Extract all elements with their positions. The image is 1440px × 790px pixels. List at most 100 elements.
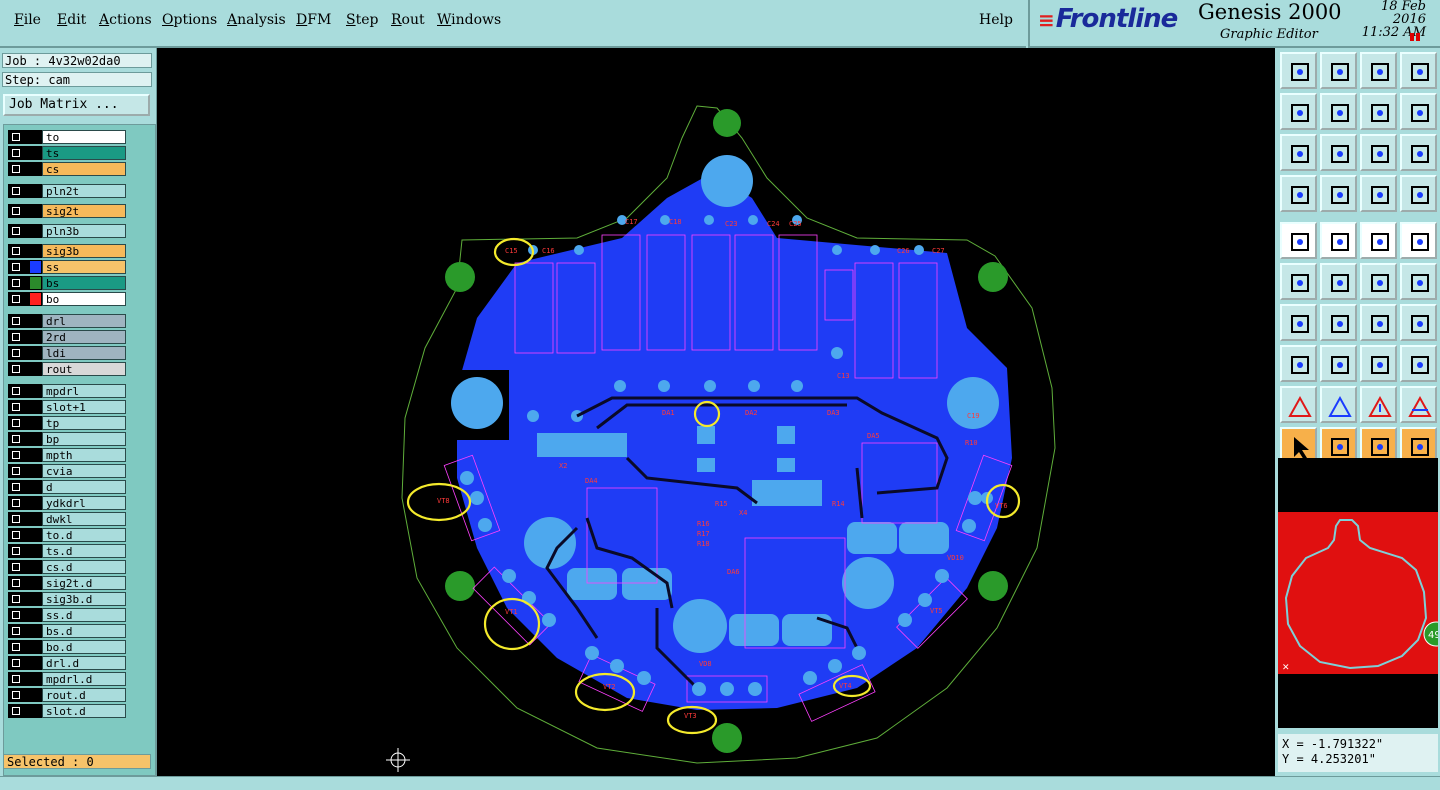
board-preview[interactable]: 49 ✕ (1278, 458, 1440, 728)
layer-toggle[interactable] (8, 496, 42, 510)
layer-name[interactable]: ts (42, 146, 126, 160)
layer-checkbox[interactable] (12, 579, 20, 587)
layer-toggle[interactable] (8, 400, 42, 414)
layer-checkbox[interactable] (12, 133, 20, 141)
layer-row[interactable]: drl (8, 314, 128, 328)
layer-checkbox[interactable] (12, 483, 20, 491)
layer-name[interactable]: bo (42, 292, 126, 306)
layer-toggle[interactable] (8, 656, 42, 670)
layer-checkbox[interactable] (12, 227, 20, 235)
layer-toggle[interactable] (8, 130, 42, 144)
layer-row[interactable]: ts.d (8, 544, 128, 558)
layer-checkbox[interactable] (12, 317, 20, 325)
help-query-button[interactable] (1400, 134, 1437, 171)
layer-checkbox[interactable] (12, 531, 20, 539)
layer-row[interactable]: bp (8, 432, 128, 446)
layer-name[interactable]: sig3b.d (42, 592, 126, 606)
layer-toggle[interactable] (8, 362, 42, 376)
layer-checkbox[interactable] (12, 563, 20, 571)
layer-checkbox[interactable] (12, 419, 20, 427)
layer-name[interactable]: to.d (42, 528, 126, 542)
layer-name[interactable]: tp (42, 416, 126, 430)
layer-name[interactable]: drl.d (42, 656, 126, 670)
menu-analysis[interactable]: Analysis (227, 12, 286, 28)
layer-name[interactable]: drl (42, 314, 126, 328)
layer-name[interactable]: sig3b (42, 244, 126, 258)
layer-row[interactable]: ss.d (8, 608, 128, 622)
layer-toggle[interactable] (8, 184, 42, 198)
layer-name[interactable]: pln2t (42, 184, 126, 198)
layer-row[interactable]: to (8, 130, 128, 144)
layer-row[interactable]: d (8, 480, 128, 494)
add-nodes-button[interactable] (1280, 263, 1317, 300)
split-line-button[interactable] (1320, 345, 1357, 382)
layer-checkbox[interactable] (12, 611, 20, 619)
layer-toggle[interactable] (8, 560, 42, 574)
menu-step[interactable]: Step (346, 12, 378, 28)
layer-row[interactable]: cs.d (8, 560, 128, 574)
layer-toggle[interactable] (8, 448, 42, 462)
layer-row[interactable]: cvia (8, 464, 128, 478)
center-view-button[interactable] (1320, 134, 1357, 171)
layer-checkbox[interactable] (12, 207, 20, 215)
layer-name[interactable]: mpdrl.d (42, 672, 126, 686)
layer-name[interactable]: cs (42, 162, 126, 176)
menu-edit[interactable]: Edit (57, 12, 86, 28)
layer-toggle[interactable] (8, 672, 42, 686)
layer-name[interactable]: sig2t (42, 204, 126, 218)
layer-row[interactable]: bs.d (8, 624, 128, 638)
layer-toggle[interactable] (8, 244, 42, 258)
layer-checkbox[interactable] (12, 387, 20, 395)
resize-tool-button[interactable] (1280, 345, 1317, 382)
layer-name[interactable]: cs.d (42, 560, 126, 574)
layer-toggle[interactable] (8, 346, 42, 360)
triangle-down-button[interactable] (1400, 386, 1437, 423)
graphic-canvas[interactable]: C15 C16 C17 C18 C23 C24 C25 C26 C27 DA1 … (157, 48, 1275, 776)
fit-extents-button[interactable] (1280, 134, 1317, 171)
mirror-tool-button[interactable] (1400, 304, 1437, 341)
layer-row[interactable]: pln2t (8, 184, 128, 198)
layer-toggle[interactable] (8, 224, 42, 238)
layer-checkbox[interactable] (12, 515, 20, 523)
layer-checkbox[interactable] (12, 627, 20, 635)
layer-checkbox[interactable] (12, 675, 20, 683)
triangle-red-button[interactable] (1280, 386, 1317, 423)
layer-toggle[interactable] (8, 688, 42, 702)
layer-name[interactable]: mpdrl (42, 384, 126, 398)
layer-checkbox[interactable] (12, 547, 20, 555)
layer-name[interactable]: mpth (42, 448, 126, 462)
layer-row[interactable]: sig2t (8, 204, 128, 218)
layer-toggle[interactable] (8, 162, 42, 176)
layer-name[interactable]: dwkl (42, 512, 126, 526)
layer-toggle[interactable] (8, 704, 42, 718)
layer-toggle[interactable] (8, 314, 42, 328)
layer-name[interactable]: ss (42, 260, 126, 274)
layer-row[interactable]: slot.d (8, 704, 128, 718)
layer-row[interactable]: to.d (8, 528, 128, 542)
layer-row[interactable]: mpdrl.d (8, 672, 128, 686)
layer-toggle[interactable] (8, 512, 42, 526)
scale-1-2-button[interactable] (1360, 134, 1397, 171)
snap-settings-button[interactable] (1280, 175, 1317, 212)
layer-name[interactable]: pln3b (42, 224, 126, 238)
layer-toggle[interactable] (8, 608, 42, 622)
pan-right-button[interactable] (1320, 93, 1357, 130)
layer-row[interactable]: rout.d (8, 688, 128, 702)
layer-checkbox[interactable] (12, 691, 20, 699)
layer-checkbox[interactable] (12, 643, 20, 651)
layer-row[interactable]: rout (8, 362, 128, 376)
layer-checkbox[interactable] (12, 499, 20, 507)
layer-checkbox[interactable] (12, 467, 20, 475)
layer-display-button[interactable] (1400, 175, 1437, 212)
layer-checkbox[interactable] (12, 149, 20, 157)
layer-row[interactable]: pln3b (8, 224, 128, 238)
layer-name[interactable]: bo.d (42, 640, 126, 654)
select-feature-button[interactable] (1280, 222, 1317, 259)
layer-row[interactable]: cs (8, 162, 128, 176)
rotate-arc-button[interactable] (1360, 304, 1397, 341)
layer-checkbox[interactable] (12, 165, 20, 173)
layer-row[interactable]: sig3b.d (8, 592, 128, 606)
layer-checkbox[interactable] (12, 707, 20, 715)
menu-rout[interactable]: Rout (391, 12, 425, 28)
layer-name[interactable]: sig2t.d (42, 576, 126, 590)
